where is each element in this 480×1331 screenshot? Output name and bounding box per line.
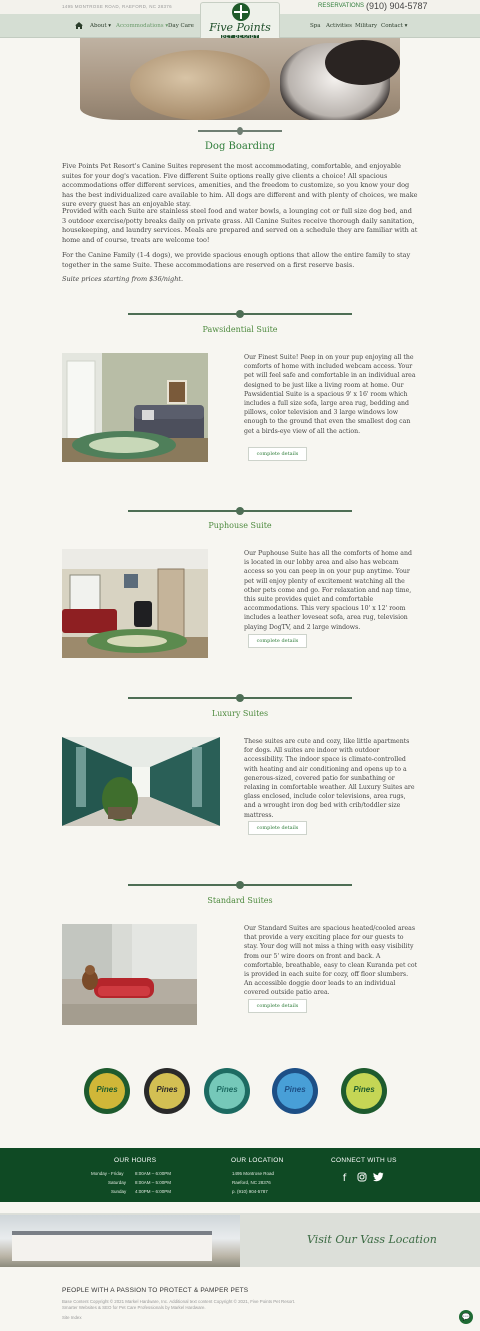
hours-title: OUR HOURS <box>114 1157 157 1164</box>
vass-location-link[interactable]: Visit Our Vass Location <box>307 1233 437 1246</box>
chat-icon[interactable]: 💬 <box>459 1310 473 1324</box>
standard-suites-photo <box>62 924 197 1025</box>
intro-paragraph-1: Five Points Pet Resort's Canine Suites r… <box>62 162 418 208</box>
badge-text: Pines <box>156 1085 178 1094</box>
complete-details-button[interactable]: complete details <box>248 634 307 648</box>
location-phone[interactable]: p. (910) 904-5787 <box>232 1189 268 1194</box>
section-divider <box>128 507 352 515</box>
badge-text: Pines <box>96 1085 118 1094</box>
suite-title: Standard Suites <box>207 896 273 905</box>
twitter-icon[interactable] <box>372 1172 385 1185</box>
badge-text: Pines <box>216 1085 238 1094</box>
suite-description: These suites are cute and cozy, like lit… <box>244 738 415 819</box>
site-footer: OUR HOURS Monday - Friday 8:00AM – 6:00P… <box>0 1148 480 1202</box>
connect-title: CONNECT WITH US <box>331 1157 397 1164</box>
hours-day: Monday - Friday <box>91 1171 124 1176</box>
address-text: 1495 MONTROSE ROAD, RAEFORD, NC 28376 <box>62 4 172 9</box>
suite-description: Our Standard Suites are spacious heated/… <box>244 925 418 997</box>
instagram-icon[interactable] <box>355 1172 368 1185</box>
vass-building-photo <box>0 1215 240 1267</box>
location-title: OUR LOCATION <box>231 1157 284 1164</box>
nav-contact[interactable]: Contact ▾ <box>381 23 407 29</box>
home-icon[interactable] <box>75 22 83 31</box>
ornament-divider <box>198 126 282 136</box>
nav-daycare[interactable]: Day Care <box>168 23 194 29</box>
suite-title: Puphouse Suite <box>208 521 272 530</box>
complete-details-button[interactable]: complete details <box>248 447 307 461</box>
facebook-icon[interactable]: f <box>338 1172 351 1185</box>
intro-paragraph-3: For the Canine Family (1-4 dogs), we pro… <box>62 251 411 269</box>
copyright-line: Base Content Copyright © 2021 Markel Har… <box>62 1299 296 1304</box>
logo-name: Five Points <box>209 21 271 34</box>
site-index-link[interactable]: Site Index <box>62 1315 82 1320</box>
hours-day: Saturday <box>108 1180 127 1185</box>
award-badge: Pines <box>144 1068 190 1114</box>
suite-description: Our Puphouse Suite has all the comforts … <box>244 550 412 631</box>
nav-military[interactable]: Military <box>355 23 377 29</box>
badge-text: Pines <box>353 1085 375 1094</box>
location-line: Raeford, NC 28376 <box>232 1180 271 1185</box>
badge-text: Pines <box>284 1085 306 1094</box>
luxury-suites-photo <box>62 737 220 826</box>
hours-time: 8:00AM – 5:00PM <box>135 1180 172 1185</box>
vass-location-banner[interactable]: Visit Our Vass Location <box>0 1213 480 1267</box>
location-line: 1495 Montrose Road <box>232 1171 275 1176</box>
section-divider <box>128 310 352 318</box>
compass-logo-icon <box>232 3 250 21</box>
page-title: Dog Boarding <box>204 141 276 152</box>
complete-details-button[interactable]: complete details <box>248 999 307 1013</box>
section-divider <box>128 694 352 702</box>
nav-accommodations[interactable]: Accommodations ▾ <box>116 23 168 29</box>
intro-paragraph-2: Provided with each Suite are stainless s… <box>62 207 418 244</box>
puphouse-suite-photo <box>62 549 208 658</box>
award-badge: Pines <box>204 1068 250 1114</box>
nav-about[interactable]: About ▾ <box>90 23 111 29</box>
hero-image <box>80 38 400 120</box>
price-note: Suite prices starting from $36/night. <box>62 275 184 283</box>
hours-time: 4:00PM – 6:00PM <box>135 1189 172 1194</box>
phone-link[interactable]: (910) 904-5787 <box>366 1 428 11</box>
hours-time: 8:00AM – 6:00PM <box>135 1171 172 1176</box>
award-badge: Pines <box>272 1068 318 1114</box>
credit-line[interactable]: Smarter Websites & SEO for Pet Care Prof… <box>62 1305 206 1310</box>
reservations-link[interactable]: RESERVATIONS <box>318 3 364 9</box>
suite-title: Luxury Suites <box>211 709 269 718</box>
suite-title: Pawsidential Suite <box>202 325 278 334</box>
section-divider <box>128 881 352 889</box>
award-badge: Pines <box>341 1068 387 1114</box>
complete-details-button[interactable]: complete details <box>248 821 307 835</box>
suite-description: Our Finest Suite! Peep in on your pup en… <box>244 354 416 435</box>
award-badge: Pines <box>84 1068 130 1114</box>
nav-spa[interactable]: Spa <box>310 23 321 29</box>
nav-activities[interactable]: Activities <box>326 23 352 29</box>
hours-day: Sunday <box>111 1189 127 1194</box>
footer-tagline: PEOPLE WITH A PASSION TO PROTECT & PAMPE… <box>62 1287 249 1294</box>
pawsidential-suite-photo <box>62 353 208 462</box>
